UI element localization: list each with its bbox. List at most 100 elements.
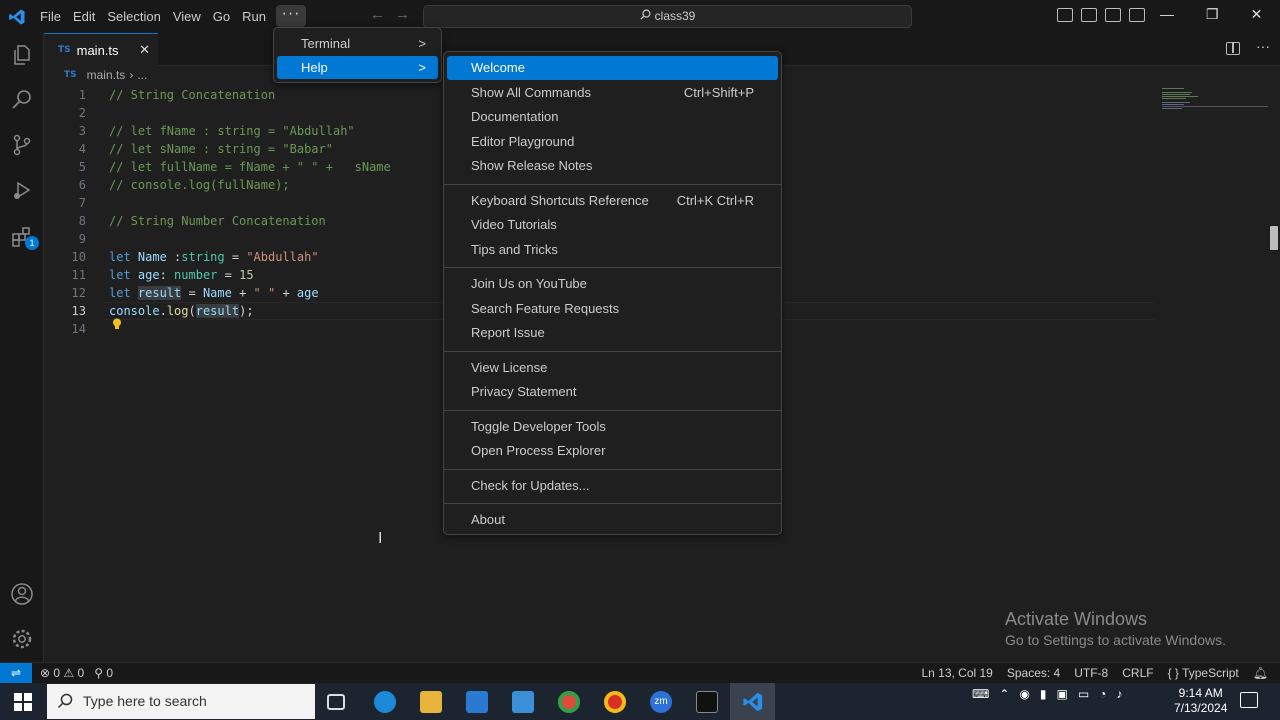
zoom-icon[interactable]: zm — [650, 691, 672, 713]
tab-main-ts[interactable]: TS main.ts ✕ — [44, 33, 158, 66]
customize-layout-icon[interactable] — [1129, 8, 1145, 22]
end-of-line[interactable]: CRLF — [1122, 666, 1153, 680]
back-arrow-icon[interactable]: ← — [370, 6, 385, 23]
toggle-secondary-sidebar-icon[interactable] — [1105, 8, 1121, 22]
display-icon[interactable]: ▣ — [1056, 687, 1067, 701]
network-icon[interactable]: ◉ — [1019, 687, 1029, 701]
code-token: // String Concatenation — [109, 88, 276, 102]
code-token: console — [109, 304, 160, 318]
ports-status[interactable]: ⚲ 0 — [94, 666, 113, 680]
battery-icon[interactable]: ▭ — [1078, 687, 1089, 701]
help-menu-item[interactable]: Show All Commands Ctrl+Shift+P — [447, 81, 778, 105]
windows-start-icon[interactable] — [14, 693, 32, 711]
menu-view[interactable]: View — [167, 0, 207, 33]
search-sidebar-icon[interactable] — [10, 88, 34, 112]
toggle-panel-icon[interactable] — [1081, 8, 1097, 22]
help-menu-item[interactable]: Open Process Explorer — [447, 439, 778, 463]
remote-indicator-icon[interactable]: ⇌ — [0, 663, 32, 684]
windows-taskbar: Type here to search zm ⌨ ⌃ ◉ ▮ ▣ ▭ ◔ ♪ 9… — [0, 683, 1280, 720]
help-menu-item[interactable]: Welcome — [447, 56, 778, 80]
volume-icon[interactable]: ♪ — [1116, 687, 1122, 701]
breadcrumb-symbol[interactable]: ... — [137, 68, 147, 82]
help-menu-item[interactable]: About — [447, 508, 778, 532]
forward-arrow-icon[interactable]: → — [395, 6, 410, 23]
keyboard-layout-icon[interactable]: ⌨ — [972, 687, 989, 701]
taskbar-clock[interactable]: 9:14 AM 7/13/2024 — [1174, 686, 1227, 716]
menu-edit[interactable]: Edit — [67, 0, 101, 33]
menu-file[interactable]: File — [34, 0, 67, 33]
help-menu-item[interactable]: Toggle Developer Tools — [447, 415, 778, 439]
vscode-taskbar-icon[interactable] — [742, 691, 764, 713]
help-menu-item[interactable]: Report Issue — [447, 321, 778, 345]
task-view-icon[interactable] — [327, 694, 345, 710]
more-actions-icon[interactable]: ··· — [1256, 38, 1270, 54]
typescript-file-icon: TS — [58, 45, 71, 55]
tray-overflow-icon[interactable]: ⌃ — [999, 687, 1009, 701]
mail-icon[interactable] — [512, 691, 534, 713]
code-text: console.log(result); — [109, 302, 254, 320]
microphone-icon[interactable]: ▮ — [1040, 687, 1047, 701]
menu-go[interactable]: Go — [207, 0, 236, 33]
help-menu-item[interactable]: Check for Updates... — [447, 474, 778, 498]
toggle-primary-sidebar-icon[interactable] — [1057, 8, 1073, 22]
code-token: 15 — [239, 268, 254, 282]
notification-center-icon[interactable] — [1240, 692, 1258, 708]
help-menu-item[interactable]: Editor Playground — [447, 130, 778, 154]
manage-gear-icon[interactable] — [10, 627, 34, 651]
taskbar-search-placeholder: Type here to search — [83, 693, 207, 709]
code-text: // console.log(fullName); — [109, 176, 290, 194]
help-menu-item[interactable]: Privacy Statement — [447, 380, 778, 404]
problems-status[interactable]: ⊗ 0 ⚠ 0 — [40, 666, 84, 680]
encoding[interactable]: UTF-8 — [1074, 666, 1108, 680]
source-control-icon[interactable] — [10, 133, 34, 157]
menu-selection[interactable]: Selection — [101, 0, 166, 33]
minimap[interactable] — [1160, 86, 1270, 116]
cursor-position[interactable]: Ln 13, Col 19 — [921, 666, 992, 680]
close-window-icon[interactable]: ✕ — [1251, 6, 1263, 23]
menu-help[interactable]: Help > — [277, 56, 438, 79]
help-menu-label: Join Us on YouTube — [471, 276, 587, 291]
vscode-logo-icon[interactable] — [8, 8, 26, 26]
command-center[interactable]: class39 — [423, 5, 912, 28]
file-explorer-icon[interactable] — [420, 691, 442, 713]
more-menus-button[interactable]: ··· — [276, 5, 306, 27]
restore-icon[interactable]: ❐ — [1206, 6, 1219, 23]
run-debug-icon[interactable] — [10, 178, 34, 202]
help-menu-item[interactable]: Documentation — [447, 105, 778, 129]
help-menu-item[interactable]: Search Feature Requests — [447, 297, 778, 321]
minimize-icon[interactable]: — — [1160, 6, 1174, 23]
navigation-arrows: ← → — [370, 6, 410, 23]
close-icon[interactable]: ✕ — [139, 42, 150, 58]
code-text: // String Concatenation — [109, 86, 275, 104]
help-menu-item[interactable]: Show Release Notes — [447, 154, 778, 178]
status-bar: ⇌ ⊗ 0 ⚠ 0 ⚲ 0 Ln 13, Col 19 Spaces: 4 UT… — [0, 662, 1280, 684]
accounts-icon[interactable] — [10, 582, 34, 606]
window-controls: — ❐ ✕ — [1160, 6, 1262, 23]
line-number: 12 — [71, 286, 86, 300]
help-menu-item[interactable]: Video Tutorials — [447, 213, 778, 237]
edge-browser-icon[interactable] — [374, 691, 396, 713]
help-menu-item[interactable]: Join Us on YouTube — [447, 272, 778, 296]
terminal-icon[interactable] — [696, 691, 718, 713]
chrome-profile-icon[interactable] — [604, 691, 626, 713]
chrome-browser-icon[interactable] — [558, 691, 580, 713]
breadcrumb-file[interactable]: main.ts — [87, 68, 126, 82]
microsoft-store-icon[interactable] — [466, 691, 488, 713]
help-menu-item[interactable]: Tips and Tricks — [447, 238, 778, 262]
help-menu-item[interactable]: Keyboard Shortcuts Reference Ctrl+K Ctrl+… — [447, 189, 778, 213]
menu-terminal[interactable]: Terminal > — [277, 32, 438, 55]
notifications-bell-icon[interactable]: 🔔︎ — [1253, 666, 1268, 680]
search-icon — [57, 693, 73, 709]
taskbar-search[interactable]: Type here to search — [47, 684, 315, 719]
lightbulb-icon[interactable] — [112, 318, 122, 330]
wifi-icon[interactable]: ◔ — [1099, 687, 1106, 701]
help-menu-item[interactable]: View License — [447, 356, 778, 380]
menu-run[interactable]: Run — [236, 0, 272, 33]
scrollbar-slider[interactable] — [1270, 226, 1278, 250]
command-center-label: class39 — [654, 9, 696, 23]
explorer-icon[interactable] — [10, 43, 34, 67]
language-mode[interactable]: { } TypeScript — [1168, 666, 1239, 680]
code-token: = — [224, 250, 247, 264]
indentation[interactable]: Spaces: 4 — [1007, 666, 1060, 680]
split-editor-icon[interactable] — [1226, 42, 1240, 55]
